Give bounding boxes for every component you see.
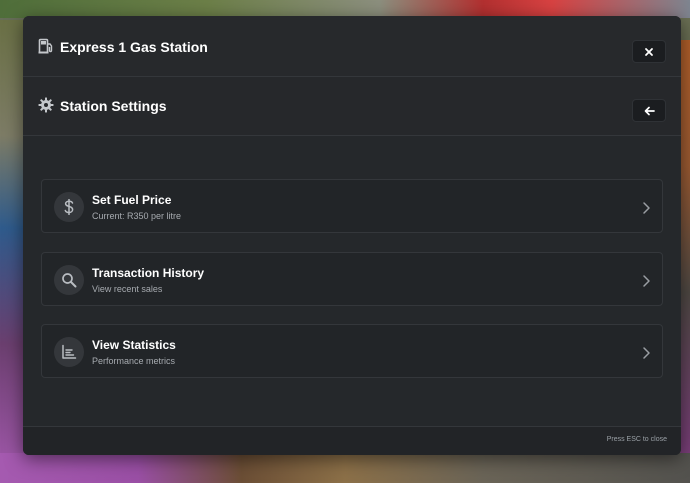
close-icon: [644, 42, 654, 61]
section-title: Station Settings: [60, 98, 167, 114]
back-button[interactable]: [632, 99, 666, 122]
menu-item-transaction-history[interactable]: Transaction History View recent sales: [41, 252, 663, 306]
menu-item-title: Transaction History: [92, 266, 205, 280]
arrow-left-icon: [644, 101, 655, 120]
chevron-right-icon: [641, 200, 651, 214]
background-scenery-left: [0, 20, 24, 483]
window-header: Express 1 Gas Station: [23, 16, 681, 77]
menu-item-subtitle: View recent sales: [92, 284, 163, 294]
chevron-right-icon: [641, 273, 651, 287]
window-footer: Press ESC to close: [23, 426, 681, 455]
dollar-icon: [54, 192, 84, 222]
background-scenery-bottom: [0, 453, 690, 483]
search-icon: [54, 265, 84, 295]
menu-item-set-fuel-price[interactable]: Set Fuel Price Current: R350 per litre: [41, 179, 663, 233]
menu-item-title: View Statistics: [92, 338, 176, 352]
menu-item-subtitle: Current: R350 per litre: [92, 211, 182, 221]
esc-hint: Press ESC to close: [606, 436, 667, 443]
close-button[interactable]: [632, 40, 666, 63]
menu-item-subtitle: Performance metrics: [92, 356, 176, 366]
chevron-right-icon: [641, 345, 651, 359]
chart-icon: [54, 337, 84, 367]
gas-station-menu-panel: Express 1 Gas Station Station Settings S…: [23, 16, 681, 455]
menu-item-title: Set Fuel Price: [92, 193, 172, 207]
window-title: Express 1 Gas Station: [60, 39, 208, 55]
gear-icon: [38, 97, 54, 113]
fuel-pump-icon: [38, 38, 54, 54]
menu-item-view-statistics[interactable]: View Statistics Performance metrics: [41, 324, 663, 378]
section-header: Station Settings: [23, 77, 681, 136]
